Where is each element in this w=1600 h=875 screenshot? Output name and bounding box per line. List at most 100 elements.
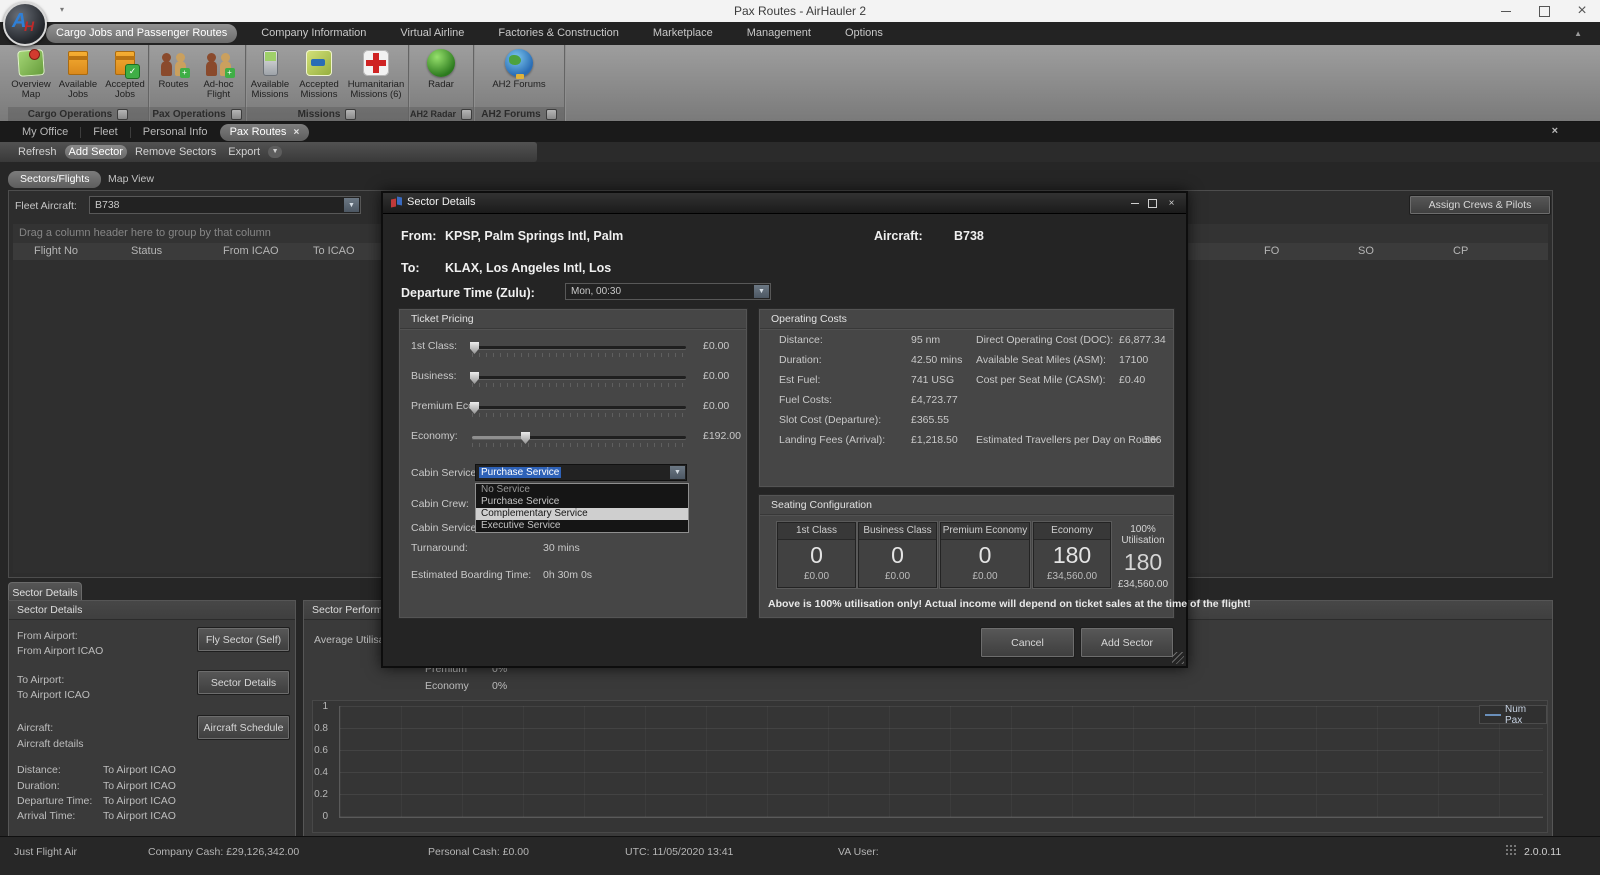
cabin-service-select[interactable]: Purchase Service ▼ (475, 464, 687, 481)
routes-button[interactable]: + Routes (154, 48, 194, 90)
asm-label: Available Seat Miles (ASM): (976, 354, 1106, 366)
accepted-missions-button[interactable]: Accepted Missions (296, 48, 342, 100)
accepted-jobs-button[interactable]: ✓ Accepted Jobs (103, 48, 147, 100)
first-class-price: £0.00 (703, 340, 729, 352)
option-executive-service[interactable]: Executive Service (476, 520, 688, 532)
overview-map-icon (16, 48, 46, 78)
tab-fleet[interactable]: Fleet (81, 126, 129, 138)
overview-map-button[interactable]: Overview Map (9, 48, 53, 100)
sector-details-button[interactable]: Sector Details (197, 670, 290, 695)
ribbon-tab-management[interactable]: Management (737, 24, 821, 43)
option-complementary-service[interactable]: Complementary Service (476, 508, 688, 520)
view-tab-sectors-flights[interactable]: Sectors/Flights (8, 171, 101, 188)
available-missions-button[interactable]: Available Missions (247, 48, 293, 100)
cancel-button[interactable]: Cancel (980, 627, 1075, 658)
dialog-maximize-button[interactable] (1145, 197, 1160, 210)
dialog-to-value: KLAX, Los Angeles Intl, Los (445, 261, 611, 275)
ribbon-tab-virtual-airline[interactable]: Virtual Airline (390, 24, 474, 43)
column-from-icao[interactable]: From ICAO (223, 245, 279, 257)
aircraft-schedule-button[interactable]: Aircraft Schedule (197, 715, 290, 740)
duration-label: Duration: (17, 780, 60, 792)
add-sector-button[interactable]: Add Sector (65, 145, 127, 159)
radar-button[interactable]: Radar (419, 48, 463, 90)
dialog-close-button[interactable]: × (1164, 197, 1179, 210)
window-title: Pax Routes - AirHauler 2 (0, 4, 1600, 18)
aircraft-value: Aircraft details (17, 738, 84, 750)
arrival-time-label: Arrival Time: (17, 810, 75, 822)
column-so[interactable]: SO (1358, 245, 1374, 257)
tab-my-office[interactable]: My Office (10, 126, 80, 138)
app-logo[interactable]: AH (3, 2, 47, 46)
dialog-minimize-button[interactable] (1127, 197, 1142, 210)
window-close-button[interactable]: × (1564, 0, 1600, 22)
resize-grip[interactable] (1172, 652, 1184, 664)
remove-sectors-button[interactable]: Remove Sectors (131, 145, 220, 159)
fuel-costs-label: Fuel Costs: (779, 394, 832, 406)
tab-area-close-icon[interactable]: × (1552, 125, 1558, 137)
fly-sector-self-button[interactable]: Fly Sector (Self) (197, 627, 290, 652)
dialog-launcher-icon[interactable] (117, 109, 128, 120)
first-class-slider[interactable] (472, 346, 686, 349)
tab-close-icon[interactable]: × (293, 124, 299, 141)
tab-personal-info[interactable]: Personal Info (131, 126, 220, 138)
adhoc-flight-button[interactable]: + Ad-hoc Flight (197, 48, 241, 100)
distance-label: Distance: (17, 764, 61, 776)
chart-plot-area (339, 706, 1543, 818)
close-icon: × (1577, 2, 1586, 20)
view-tab-map-view[interactable]: Map View (96, 171, 166, 188)
ribbon-group-missions: Available Missions Accepted Missions Hum… (246, 45, 409, 121)
window-maximize-button[interactable] (1526, 0, 1562, 22)
option-no-service[interactable]: No Service (476, 484, 688, 496)
column-cp[interactable]: CP (1453, 245, 1468, 257)
ribbon-tab-factories[interactable]: Factories & Construction (488, 24, 628, 43)
y-tick: 0.6 (306, 745, 328, 756)
fleet-aircraft-select[interactable]: B738 ▼ (89, 196, 361, 214)
column-flight-no[interactable]: Flight No (34, 245, 78, 257)
add-sector-button-dialog[interactable]: Add Sector (1080, 627, 1174, 658)
casm-label: Cost per Seat Mile (CASM): (976, 374, 1106, 386)
ticket-pricing-title: Ticket Pricing (400, 310, 746, 329)
turnaround-label: Turnaround: (411, 542, 468, 554)
seating-configuration-group: Seating Configuration 1st Class 0 £0.00 … (758, 494, 1175, 619)
window-minimize-button[interactable] (1488, 0, 1524, 22)
ribbon-tab-marketplace[interactable]: Marketplace (643, 24, 723, 43)
from-airport-value: From Airport ICAO (17, 645, 103, 657)
est-fuel-value: 741 USG (911, 374, 954, 386)
export-button[interactable]: Export (224, 145, 264, 159)
dialog-launcher-icon[interactable] (461, 109, 472, 120)
duration-value: 42.50 mins (911, 354, 962, 366)
dialog-launcher-icon[interactable] (345, 109, 356, 120)
humanitarian-missions-button[interactable]: Humanitarian Missions (6) (345, 48, 407, 100)
premium-eco-label: Premium Eco: (411, 400, 477, 412)
status-bar: Just Flight Air Company Cash: £29,126,34… (0, 836, 1600, 875)
dialog-launcher-icon[interactable] (546, 109, 557, 120)
ribbon-collapse-icon[interactable]: ▲ (1574, 29, 1582, 38)
sector-details-panel-title: Sector Details (9, 601, 295, 620)
ribbon-tab-cargo-pax[interactable]: Cargo Jobs and Passenger Routes (46, 24, 237, 43)
utilisation-note: Above is 100% utilisation only! Actual i… (768, 598, 1251, 610)
group-footer-ah2-forums: AH2 Forums (474, 107, 564, 121)
refresh-button[interactable]: Refresh (14, 145, 61, 159)
ribbon-tab-company-info[interactable]: Company Information (251, 24, 376, 43)
title-bar: ▾ Pax Routes - AirHauler 2 × (0, 0, 1600, 23)
seat-cell-premium-economy: Premium Economy 0 £0.00 (940, 522, 1030, 588)
cabin-crew-label: Cabin Crew: (411, 498, 469, 510)
available-jobs-button[interactable]: Available Jobs (56, 48, 100, 100)
ribbon-tab-options[interactable]: Options (835, 24, 893, 43)
departure-time-select[interactable]: Mon, 00:30 ▼ (565, 283, 771, 300)
dialog-title-bar[interactable]: Sector Details × (383, 193, 1186, 214)
dialog-launcher-icon[interactable] (231, 109, 242, 120)
premium-eco-slider[interactable] (472, 406, 686, 409)
export-dropdown-icon[interactable]: ▼ (268, 146, 282, 158)
tab-pax-routes[interactable]: Pax Routes × (220, 124, 310, 141)
column-status[interactable]: Status (131, 245, 162, 257)
ribbon-group-ah2-forums: AH2 Forums AH2 Forums (474, 45, 565, 121)
column-to-icao[interactable]: To ICAO (313, 245, 355, 257)
sector-details-tab[interactable]: Sector Details (8, 582, 82, 600)
globe-icon (504, 48, 534, 78)
assign-crews-pilots-button[interactable]: Assign Crews & Pilots (1409, 195, 1551, 215)
option-purchase-service[interactable]: Purchase Service (476, 496, 688, 508)
ah2-forums-button[interactable]: AH2 Forums (488, 48, 550, 90)
column-fo[interactable]: FO (1264, 245, 1279, 257)
business-slider[interactable] (472, 376, 686, 379)
